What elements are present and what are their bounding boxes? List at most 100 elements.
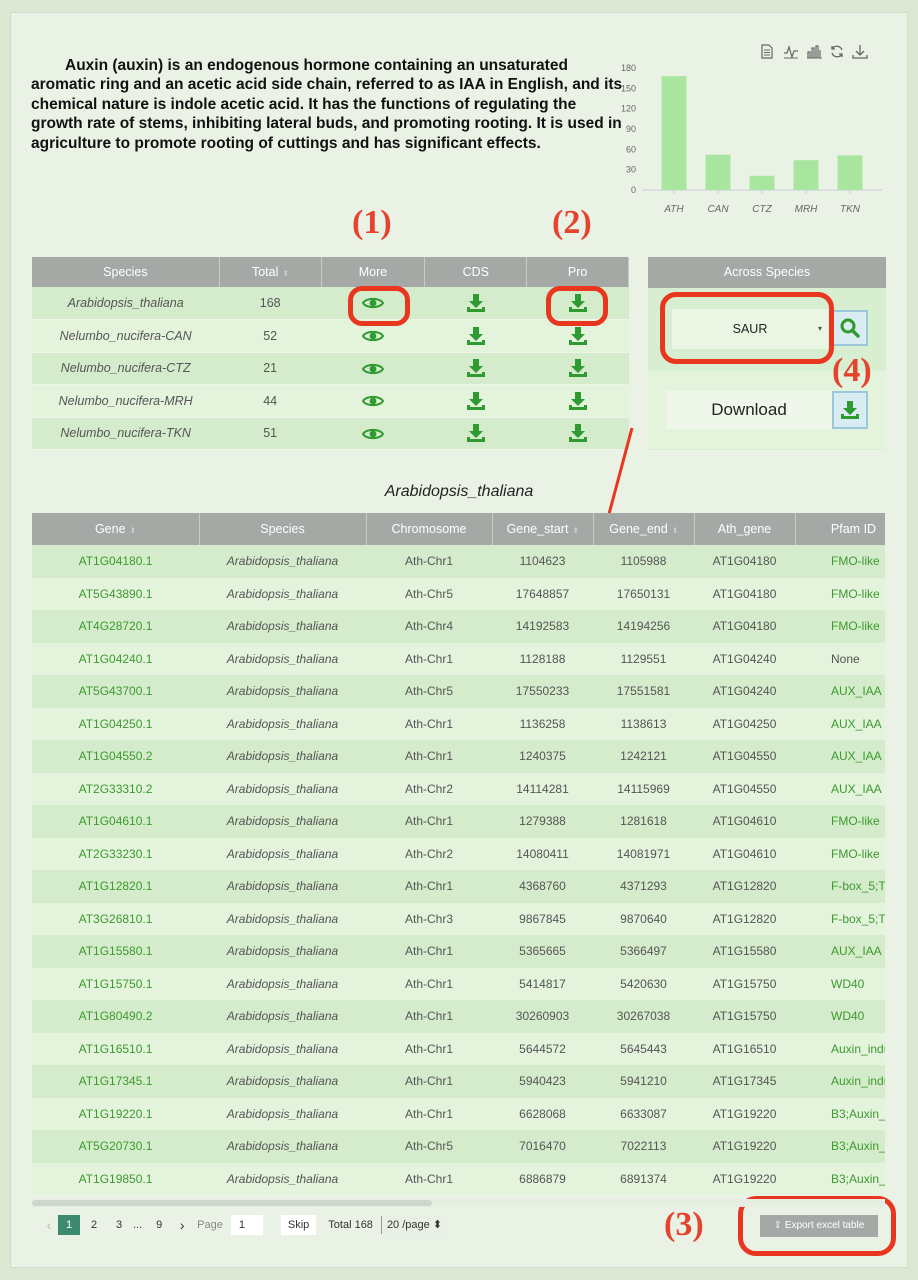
gene-species: Arabidopsis_thaliana bbox=[199, 610, 366, 643]
sort-icon[interactable]: ⬍ bbox=[282, 269, 289, 278]
pfam-id[interactable]: AUX_IAA bbox=[795, 935, 885, 968]
gene-species: Arabidopsis_thaliana bbox=[199, 967, 366, 1000]
annotation-4: (4) bbox=[832, 352, 872, 389]
sort-icon[interactable]: ⬍ bbox=[572, 526, 579, 535]
skip-button[interactable]: Skip bbox=[280, 1215, 317, 1235]
gene-id[interactable]: AT2G33310.2 bbox=[32, 772, 199, 805]
gene-header-ath-gene[interactable]: Ath_gene bbox=[694, 513, 796, 545]
per-page-select[interactable]: 20 /page ⬍ bbox=[380, 1216, 448, 1234]
gene-id[interactable]: AT1G19220.1 bbox=[32, 1097, 199, 1130]
page-2[interactable]: 2 bbox=[83, 1215, 105, 1235]
header-total[interactable]: Total ⬍ bbox=[219, 257, 322, 287]
gene-id[interactable]: AT1G04180.1 bbox=[32, 545, 199, 578]
prev-page-icon[interactable]: ‹ bbox=[40, 1217, 58, 1233]
table-row: AT5G43890.1 Arabidopsis_thaliana Ath-Chr5 1… bbox=[32, 577, 885, 610]
gene-id[interactable]: AT5G43700.1 bbox=[32, 675, 199, 708]
pfam-id[interactable]: AUX_IAA bbox=[795, 740, 885, 773]
chromosome: Ath-Chr1 bbox=[366, 642, 492, 675]
page-input[interactable]: 1 bbox=[230, 1215, 263, 1235]
gene-id[interactable]: AT1G04610.1 bbox=[32, 805, 199, 838]
more-button[interactable] bbox=[321, 384, 425, 418]
gene-id[interactable]: AT1G80490.2 bbox=[32, 1000, 199, 1033]
gene-id[interactable]: AT5G20730.1 bbox=[32, 1130, 199, 1163]
export-excel-button[interactable]: ⇪ Export excel table bbox=[760, 1215, 878, 1237]
cds-download-button[interactable] bbox=[424, 352, 527, 385]
ath-gene: AT1G04180 bbox=[694, 577, 795, 610]
pfam-id[interactable]: FMO-like bbox=[795, 545, 885, 578]
gene-species: Arabidopsis_thaliana bbox=[199, 1097, 366, 1130]
gene-header-chromosome[interactable]: Chromosome bbox=[366, 513, 493, 545]
cds-download-button[interactable] bbox=[424, 287, 527, 320]
pro-download-button[interactable] bbox=[526, 352, 629, 385]
pfam-id[interactable]: AUX_IAA bbox=[795, 772, 885, 805]
pfam-id[interactable]: FMO-like bbox=[795, 837, 885, 870]
next-page-icon[interactable]: › bbox=[173, 1217, 191, 1233]
page-9[interactable]: 9 bbox=[148, 1215, 170, 1235]
sort-icon[interactable]: ⬍ bbox=[130, 526, 137, 535]
gene-id[interactable]: AT1G12820.1 bbox=[32, 870, 199, 903]
download-button[interactable] bbox=[832, 391, 868, 429]
gene-id[interactable]: AT4G28720.1 bbox=[32, 610, 199, 643]
ath-gene: AT1G19220 bbox=[694, 1162, 795, 1195]
more-button[interactable] bbox=[321, 352, 425, 385]
more-button[interactable] bbox=[321, 417, 425, 450]
pfam-id[interactable]: FMO-like bbox=[795, 610, 885, 643]
table-row: AT1G16510.1 Arabidopsis_thaliana Ath-Chr1 5… bbox=[32, 1032, 885, 1065]
pfam-id[interactable]: Auxin_inducil bbox=[795, 1032, 885, 1065]
gene-end: 1281618 bbox=[593, 805, 694, 838]
pfam-id[interactable]: FMO-like bbox=[795, 805, 885, 838]
cds-download-button[interactable] bbox=[424, 417, 527, 450]
gene-id[interactable]: AT1G04250.1 bbox=[32, 707, 199, 740]
sort-icon[interactable]: ⬍ bbox=[672, 526, 679, 535]
chromosome: Ath-Chr3 bbox=[366, 902, 492, 935]
gene-id[interactable]: AT3G26810.1 bbox=[32, 902, 199, 935]
pfam-id[interactable]: B3;Auxin_resp bbox=[795, 1162, 885, 1195]
chart-bar bbox=[837, 155, 863, 190]
pfam-id[interactable]: AUX_IAA bbox=[795, 675, 885, 708]
gene-species: Arabidopsis_thaliana bbox=[199, 740, 366, 773]
pfam-id[interactable]: WD40 bbox=[795, 967, 885, 1000]
gene-header-species[interactable]: Species bbox=[199, 513, 367, 545]
gene-end: 5645443 bbox=[593, 1032, 694, 1065]
gene-table: Gene ⬍ Species Chromosome Gene_start ⬍ Gene_en… bbox=[32, 513, 885, 1195]
scrollbar-thumb[interactable] bbox=[32, 1200, 432, 1206]
gene-id[interactable]: AT1G04240.1 bbox=[32, 642, 199, 675]
horizontal-scrollbar[interactable] bbox=[32, 1199, 885, 1207]
gene-id[interactable]: AT1G19850.1 bbox=[32, 1162, 199, 1195]
pfam-id[interactable]: Auxin_inducil bbox=[795, 1065, 885, 1098]
gene-id[interactable]: AT1G15580.1 bbox=[32, 935, 199, 968]
cds-download-button[interactable] bbox=[424, 319, 527, 353]
page-3[interactable]: 3 bbox=[108, 1215, 130, 1235]
gene-species: Arabidopsis_thaliana bbox=[199, 805, 366, 838]
gene-header-gene-start[interactable]: Gene_start ⬍ bbox=[492, 513, 594, 545]
table-row: AT2G33230.1 Arabidopsis_thaliana Ath-Chr2 1… bbox=[32, 837, 885, 870]
across-species-title: Across Species bbox=[648, 257, 886, 288]
gene-header-gene-end[interactable]: Gene_end ⬍ bbox=[593, 513, 695, 545]
gene-id[interactable]: AT1G16510.1 bbox=[32, 1032, 199, 1065]
table-row: AT2G33310.2 Arabidopsis_thaliana Ath-Chr2 1… bbox=[32, 772, 885, 805]
ath-gene: AT1G04610 bbox=[694, 837, 795, 870]
gene-id[interactable]: AT1G15750.1 bbox=[32, 967, 199, 1000]
gene-start: 1136258 bbox=[492, 707, 593, 740]
pfam-id[interactable]: FMO-like bbox=[795, 577, 885, 610]
gene-species: Arabidopsis_thaliana bbox=[199, 1032, 366, 1065]
pfam-id[interactable]: B3;Auxin_resp bbox=[795, 1130, 885, 1163]
gene-id[interactable]: AT2G33230.1 bbox=[32, 837, 199, 870]
gene-header-pfam-id[interactable]: Pfam ID bbox=[795, 513, 885, 545]
search-button[interactable] bbox=[832, 310, 868, 346]
gene-id[interactable]: AT5G43890.1 bbox=[32, 577, 199, 610]
header-species[interactable]: Species bbox=[32, 257, 220, 287]
gene-start: 1240375 bbox=[492, 740, 593, 773]
pfam-id[interactable]: F-box_5;Trans bbox=[795, 902, 885, 935]
pro-download-button[interactable] bbox=[526, 384, 629, 418]
gene-id[interactable]: AT1G04550.2 bbox=[32, 740, 199, 773]
cds-download-button[interactable] bbox=[424, 384, 527, 418]
pfam-id[interactable]: AUX_IAA bbox=[795, 707, 885, 740]
gene-id[interactable]: AT1G17345.1 bbox=[32, 1065, 199, 1098]
chromosome: Ath-Chr1 bbox=[366, 707, 492, 740]
pfam-id[interactable]: WD40 bbox=[795, 1000, 885, 1033]
gene-header-gene[interactable]: Gene ⬍ bbox=[32, 513, 200, 545]
pfam-id[interactable]: F-box_5;Trans bbox=[795, 870, 885, 903]
page-1[interactable]: 1 bbox=[58, 1215, 80, 1235]
pfam-id[interactable]: B3;Auxin_resp bbox=[795, 1097, 885, 1130]
